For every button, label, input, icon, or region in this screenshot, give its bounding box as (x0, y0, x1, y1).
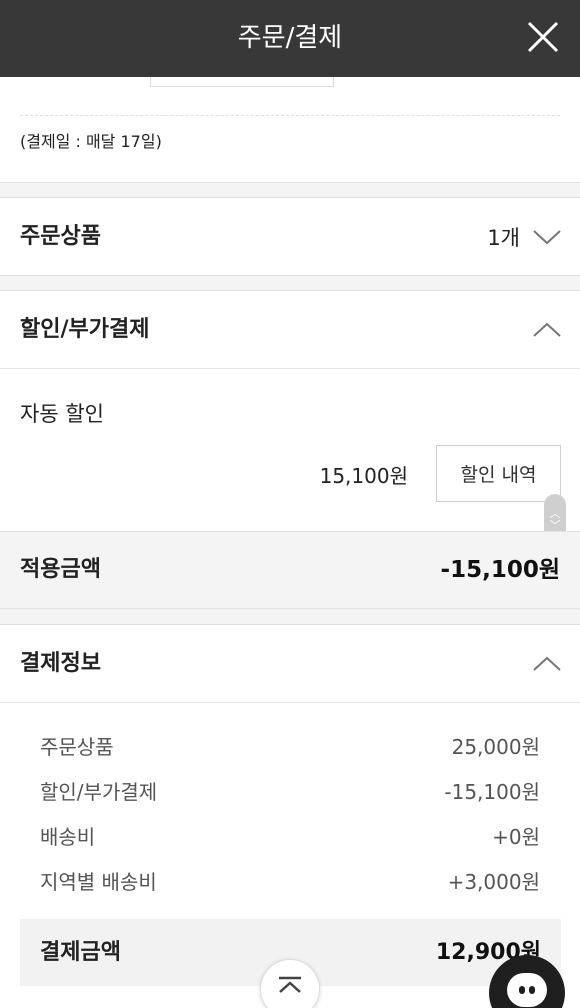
discount-header[interactable]: 할인/부가결제 (0, 291, 580, 369)
payment-info-header[interactable]: 결제정보 (0, 625, 580, 703)
applied-amount-row: 적용금액 -15,100원 (0, 531, 580, 609)
payment-date-note: (결제일 : 매달 17일) (20, 132, 162, 151)
applied-amount-label: 적용금액 (20, 557, 101, 582)
payment-info-title: 결제정보 (20, 651, 101, 676)
discount-detail-button[interactable]: 할인 내역 (436, 445, 561, 502)
auto-discount-amount: 15,100원 (319, 464, 408, 488)
list-item: 주문상품 25,000원 (40, 725, 540, 770)
arrow-up-icon (279, 976, 301, 993)
order-items-header[interactable]: 주문상품 1개 (0, 198, 580, 276)
order-items-count: 1개 (487, 226, 520, 250)
discount-title: 할인/부가결제 (20, 317, 150, 342)
info-value: -15,100원 (444, 780, 540, 804)
order-items-title: 주문상품 (20, 224, 101, 249)
section-divider (0, 368, 580, 369)
chevron-down-icon[interactable] (532, 228, 562, 246)
section-gap (0, 182, 580, 198)
close-button[interactable] (526, 20, 560, 54)
info-value: +3,000원 (447, 870, 540, 894)
applied-amount-value: -15,100원 (440, 557, 560, 583)
info-value: 25,000원 (451, 735, 540, 759)
list-item: 배송비 +0원 (40, 815, 540, 860)
info-label: 지역별 배송비 (40, 870, 157, 894)
info-label: 할인/부가결제 (40, 780, 158, 804)
partial-input-box (150, 77, 334, 87)
chevron-up-icon[interactable] (532, 655, 562, 673)
chat-icon (507, 973, 547, 1007)
auto-discount-label: 자동 할인 (20, 402, 104, 426)
chevron-up-icon[interactable] (532, 321, 562, 339)
top-bar: 주문/결제 (0, 0, 580, 77)
payment-info-list: 주문상품 25,000원 할인/부가결제 -15,100원 배송비 +0원 지역… (40, 725, 540, 905)
section-gap (0, 275, 580, 291)
list-item: 할인/부가결제 -15,100원 (40, 770, 540, 815)
section-gap (0, 609, 580, 625)
section-divider (0, 702, 580, 703)
info-label: 배송비 (40, 825, 96, 849)
dashed-divider (20, 115, 560, 116)
total-payment-label: 결제금액 (40, 940, 121, 965)
page-title: 주문/결제 (237, 23, 343, 53)
info-value: +0원 (492, 825, 540, 849)
info-label: 주문상품 (40, 735, 114, 759)
close-icon (527, 21, 559, 53)
list-item: 지역별 배송비 +3,000원 (40, 860, 540, 905)
